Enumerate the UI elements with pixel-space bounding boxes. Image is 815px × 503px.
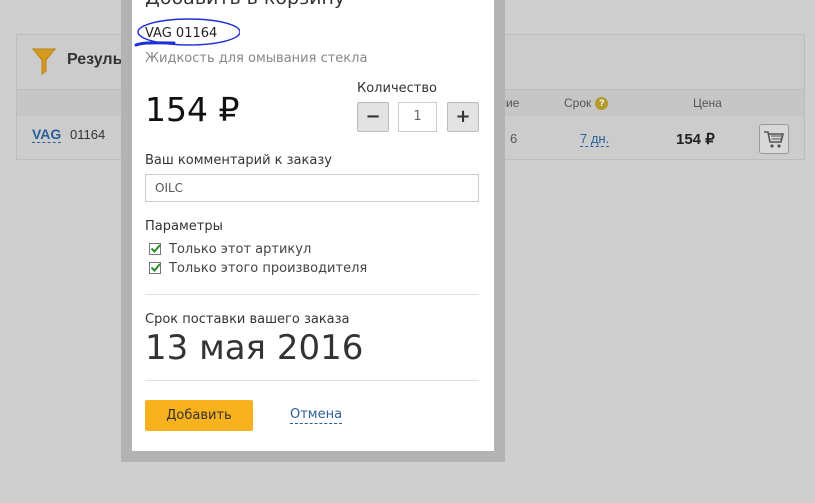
row-brand-link[interactable]: VAG bbox=[32, 126, 62, 143]
row-stock: 6 bbox=[510, 131, 518, 146]
results-title: Результ bbox=[67, 51, 129, 68]
column-header-term-label: Срок bbox=[564, 96, 592, 110]
option-label: Только этого производителя bbox=[169, 261, 368, 276]
delivery-date: 13 мая 2016 bbox=[145, 328, 364, 368]
checkbox-only-this-article[interactable] bbox=[149, 243, 161, 255]
column-header-price: Цена bbox=[693, 96, 722, 110]
cancel-link[interactable]: Отмена bbox=[290, 407, 343, 424]
checkbox-only-this-manufacturer[interactable] bbox=[149, 262, 161, 274]
help-icon[interactable]: ? bbox=[595, 97, 609, 110]
quantity-input[interactable]: 1 bbox=[398, 102, 437, 132]
comment-input[interactable]: OILC bbox=[145, 174, 479, 202]
section-divider bbox=[145, 380, 479, 381]
dialog-title: Добавить в корзину bbox=[145, 0, 345, 9]
params-label: Параметры bbox=[145, 219, 223, 234]
checkmark-icon bbox=[150, 244, 161, 253]
add-to-cart-button[interactable] bbox=[759, 124, 789, 154]
row-term-link[interactable]: 7 дн. bbox=[580, 131, 610, 147]
add-to-cart-dialog: Добавить в корзину VAG 01164 Жидкость дл… bbox=[132, 0, 494, 451]
comment-label: Ваш комментарий к заказу bbox=[145, 153, 332, 168]
section-divider bbox=[145, 294, 479, 295]
option-label: Только этот артикул bbox=[169, 242, 312, 257]
row-article: 01164 bbox=[70, 127, 106, 142]
quantity-decrease-button[interactable]: − bbox=[357, 102, 389, 132]
cart-icon bbox=[764, 131, 785, 148]
product-description: Жидкость для омывания стекла bbox=[145, 51, 368, 66]
column-header-term: Срок? bbox=[564, 96, 609, 110]
quantity-label: Количество bbox=[357, 81, 437, 96]
row-price: 154 ₽ bbox=[676, 131, 715, 148]
product-price: 154 ₽ bbox=[145, 90, 240, 129]
checkmark-icon bbox=[150, 263, 161, 272]
product-code: VAG 01164 bbox=[145, 26, 218, 41]
add-button[interactable]: Добавить bbox=[145, 400, 253, 431]
quantity-increase-button[interactable]: + bbox=[447, 102, 479, 132]
filter-icon bbox=[32, 48, 56, 75]
delivery-label: Срок поставки вашего заказа bbox=[145, 312, 350, 327]
